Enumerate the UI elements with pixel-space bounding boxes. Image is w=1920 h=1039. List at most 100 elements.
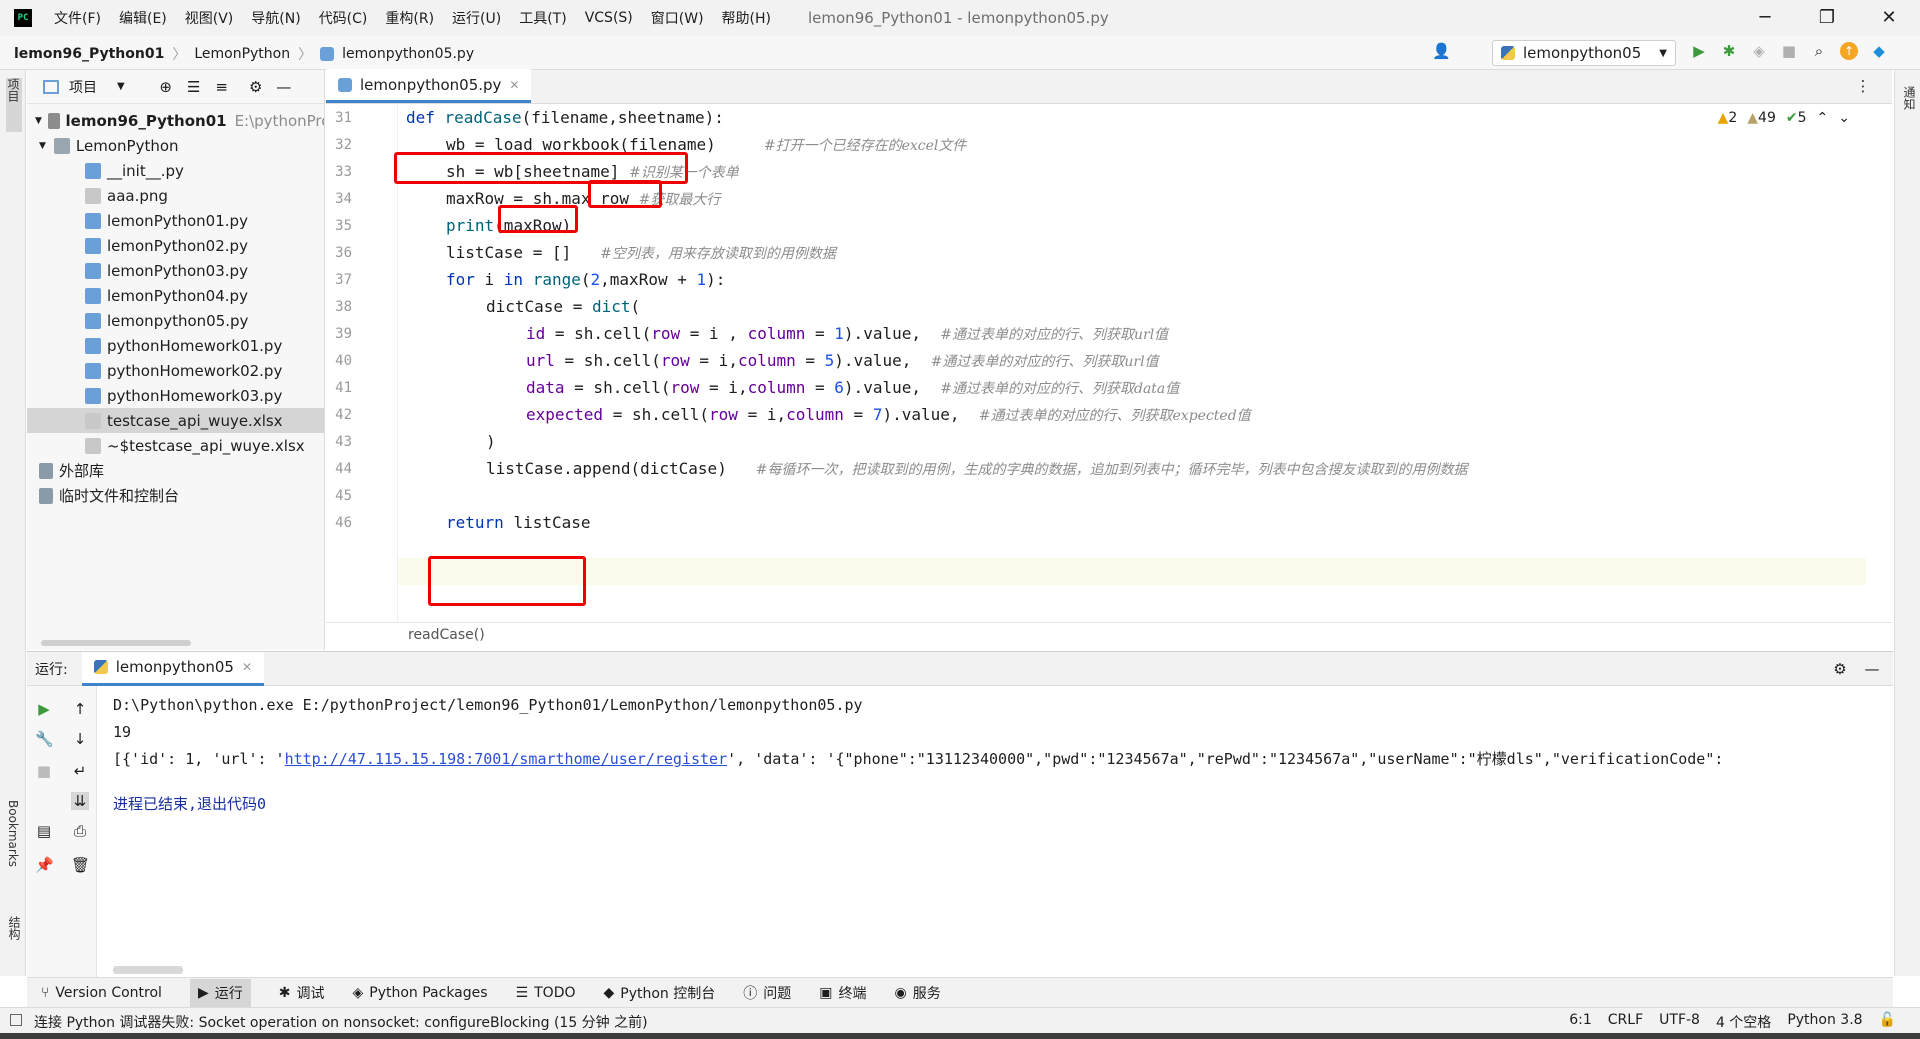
- locate-icon[interactable]: ⊕: [157, 78, 175, 96]
- close-tab-icon[interactable]: ✕: [242, 660, 252, 674]
- code-breadcrumb[interactable]: readCase(): [408, 627, 485, 643]
- expand-all-icon[interactable]: ☰: [185, 78, 203, 96]
- jetbrains-icon[interactable]: ◆: [1870, 42, 1888, 60]
- tree-file[interactable]: aaa.png: [27, 183, 324, 208]
- menu-refactor[interactable]: 重构(R): [385, 8, 434, 28]
- scratches-label: 临时文件和控制台: [59, 487, 180, 505]
- status-message[interactable]: 连接 Python 调试器失败: Socket operation on non…: [34, 1012, 648, 1032]
- tree-file[interactable]: lemonPython04.py: [27, 283, 324, 308]
- settings-gear-icon[interactable]: ⚙: [1831, 660, 1849, 678]
- console-output[interactable]: D:\Python\python.exe E:/pythonProject/le…: [113, 692, 1723, 818]
- external-libs-label: 外部库: [59, 462, 105, 480]
- trash-icon[interactable]: 🗑: [71, 856, 90, 874]
- caret-position[interactable]: 6:1: [1569, 1012, 1592, 1032]
- indent-setting[interactable]: 4 个空格: [1716, 1012, 1771, 1032]
- run-tab[interactable]: lemonpython05 ✕: [81, 651, 265, 686]
- menu-code[interactable]: 代码(C): [319, 8, 368, 28]
- tree-file[interactable]: lemonPython03.py: [27, 258, 324, 283]
- tab-services[interactable]: ◉ 服务: [895, 983, 941, 1003]
- print-icon[interactable]: ⎙: [71, 822, 89, 840]
- tab-run[interactable]: ▶ 运行: [189, 978, 251, 1007]
- tab-version-control[interactable]: ⑂ Version Control: [41, 985, 162, 1001]
- bookmarks-tool-tab[interactable]: Bookmarks: [6, 800, 20, 867]
- menu-edit[interactable]: 编辑(E): [119, 8, 167, 28]
- tree-file[interactable]: pythonHomework03.py: [27, 383, 324, 408]
- horizontal-scrollbar[interactable]: [113, 966, 183, 974]
- wrench-icon[interactable]: 🔧: [35, 730, 54, 748]
- menu-view[interactable]: 视图(V): [185, 8, 234, 28]
- collapse-all-icon[interactable]: ≡: [213, 78, 231, 96]
- menu-help[interactable]: 帮助(H): [722, 8, 771, 28]
- vertical-scrollbar[interactable]: [1872, 180, 1886, 620]
- menu-vcs[interactable]: VCS(S): [585, 10, 633, 26]
- search-icon[interactable]: ⌕: [1810, 42, 1828, 60]
- console-link[interactable]: http://47.115.15.198:7001/smarthome/user…: [285, 750, 728, 768]
- project-tool-tab[interactable]: 项目: [6, 78, 22, 132]
- crumb-file[interactable]: lemonpython05.py: [342, 46, 474, 62]
- tree-file[interactable]: lemonpython05.py: [27, 308, 324, 333]
- menu-window[interactable]: 窗口(W): [651, 8, 704, 28]
- tree-file-selected[interactable]: testcase_api_wuye.xlsx: [27, 408, 324, 433]
- notifications-tool-tab[interactable]: 通知: [1901, 86, 1918, 110]
- tree-external-libs[interactable]: 外部库: [27, 458, 324, 483]
- horizontal-scrollbar[interactable]: [41, 640, 191, 646]
- file-encoding[interactable]: UTF-8: [1659, 1012, 1700, 1032]
- tree-file[interactable]: pythonHomework02.py: [27, 358, 324, 383]
- python-file-icon: [85, 337, 101, 354]
- stop-icon[interactable]: ■: [35, 762, 53, 780]
- coverage-icon[interactable]: ◈: [1750, 42, 1768, 60]
- menu-run[interactable]: 运行(U): [452, 8, 501, 28]
- stop-icon[interactable]: ■: [1780, 42, 1798, 60]
- tree-scratches[interactable]: 临时文件和控制台: [27, 483, 324, 508]
- scroll-to-end-icon[interactable]: ⇊: [71, 792, 89, 810]
- tab-todo[interactable]: ☰ TODO: [516, 985, 576, 1001]
- close-icon[interactable]: ✕: [1858, 0, 1920, 36]
- crumb-folder[interactable]: LemonPython: [194, 46, 290, 62]
- minimize-icon[interactable]: ─: [1734, 0, 1796, 36]
- tab-python-console[interactable]: ◆ Python 控制台: [604, 983, 716, 1003]
- settings-gear-icon[interactable]: ⚙: [247, 78, 265, 96]
- project-view-label[interactable]: 项目: [69, 77, 97, 97]
- tree-file[interactable]: lemonPython01.py: [27, 208, 324, 233]
- status-square-icon[interactable]: [10, 1014, 22, 1026]
- tree-root[interactable]: ▼ lemon96_Python01 E:\pythonProject: [27, 108, 324, 133]
- debug-icon[interactable]: ✱: [1720, 42, 1738, 60]
- tab-terminal[interactable]: ▣ 终端: [819, 983, 866, 1003]
- update-icon[interactable]: ↑: [1840, 42, 1858, 60]
- scroll-up-icon[interactable]: ↑: [71, 700, 89, 718]
- user-icon[interactable]: 👤: [1432, 42, 1451, 60]
- structure-tool-tab[interactable]: 结构: [6, 916, 23, 940]
- hide-panel-icon[interactable]: —: [1863, 660, 1881, 678]
- tab-problems[interactable]: ⓘ 问题: [743, 983, 791, 1003]
- python-interpreter[interactable]: Python 3.8: [1787, 1012, 1862, 1032]
- chevron-down-icon[interactable]: ▼: [117, 81, 125, 92]
- menu-file[interactable]: 文件(F): [54, 8, 101, 28]
- menu-tools[interactable]: 工具(T): [519, 8, 566, 28]
- lock-icon[interactable]: 🔓: [1879, 1012, 1896, 1032]
- layout-icon[interactable]: ▤: [35, 822, 53, 840]
- tree-file[interactable]: pythonHomework01.py: [27, 333, 324, 358]
- more-options-icon[interactable]: ⋮: [1854, 77, 1872, 95]
- tree-file[interactable]: ~$testcase_api_wuye.xlsx: [27, 433, 324, 458]
- soft-wrap-icon[interactable]: ↵: [71, 762, 89, 780]
- restore-icon[interactable]: ❐: [1796, 0, 1858, 36]
- editor-tab[interactable]: lemonpython05.py ✕: [326, 69, 532, 103]
- run-config-select[interactable]: lemonpython05 ▼: [1492, 40, 1676, 66]
- scroll-down-icon[interactable]: ↓: [71, 730, 89, 748]
- tab-debug[interactable]: ✱ 调试: [279, 983, 325, 1003]
- tree-file[interactable]: __init__.py: [27, 158, 324, 183]
- hide-panel-icon[interactable]: —: [275, 78, 293, 96]
- tab-python-packages[interactable]: ◈ Python Packages: [352, 985, 487, 1001]
- tree-file[interactable]: lemonPython02.py: [27, 233, 324, 258]
- tree-folder[interactable]: ▼ LemonPython: [27, 133, 324, 158]
- rerun-icon[interactable]: ▶: [35, 700, 53, 718]
- close-tab-icon[interactable]: ✕: [509, 78, 519, 92]
- crumb-project[interactable]: lemon96_Python01: [14, 46, 164, 62]
- pin-icon[interactable]: 📌: [35, 856, 54, 874]
- menu-navigate[interactable]: 导航(N): [251, 8, 300, 28]
- run-icon[interactable]: ▶: [1690, 42, 1708, 60]
- console-line: 19: [113, 723, 132, 741]
- file-name: lemonPython03.py: [107, 261, 248, 280]
- navigation-bar: lemon96_Python01 〉 LemonPython 〉 lemonpy…: [0, 36, 1920, 70]
- line-separator[interactable]: CRLF: [1608, 1012, 1643, 1032]
